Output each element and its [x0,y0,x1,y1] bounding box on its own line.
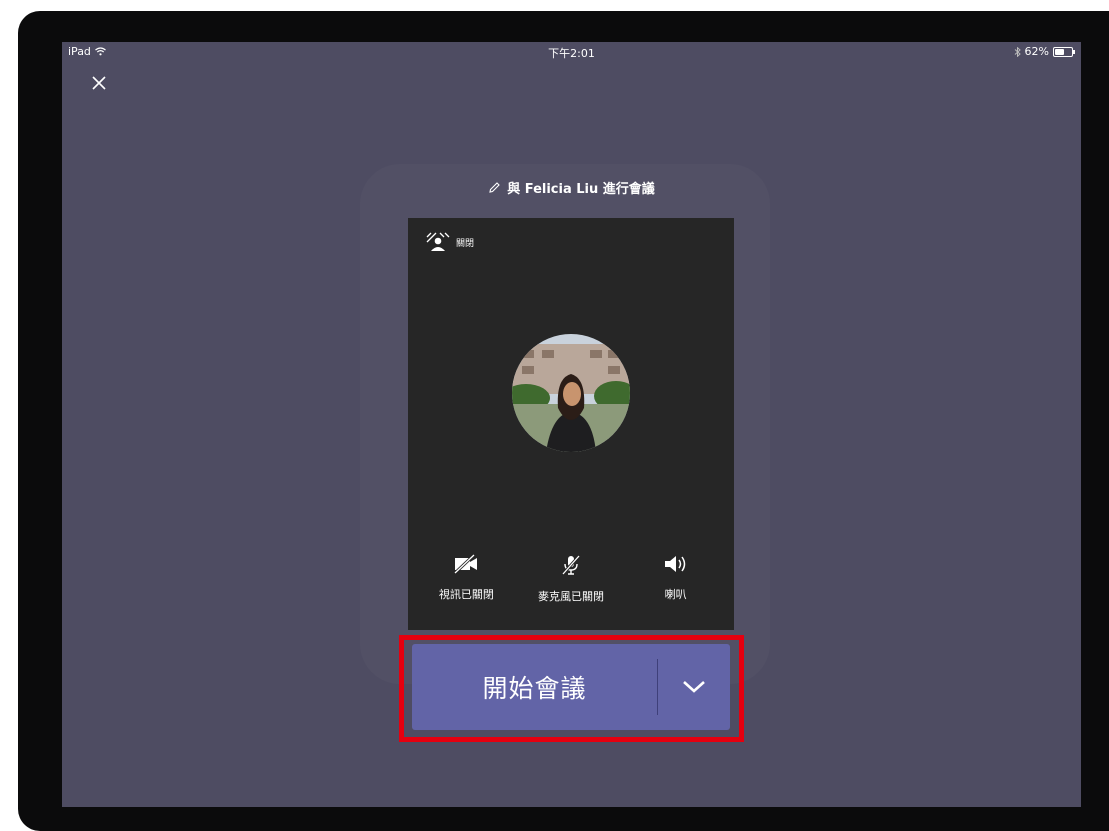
microphone-toggle-label: 麥克風已關閉 [537,590,604,603]
start-meeting-button-group: 開始會議 [412,644,730,730]
speaker-toggle-label: 喇叭 [664,588,687,601]
battery-percent: 62% [1024,45,1049,58]
avatar [512,334,630,452]
meeting-title: 與 Felicia Liu 進行會議 [507,182,655,197]
battery-icon [1053,46,1075,57]
camera-toggle-label: 視訊已關閉 [438,588,494,601]
bluetooth-icon [1014,46,1021,57]
microphone-toggle[interactable]: 麥克風已關閉 [523,554,619,604]
meeting-title-row[interactable]: 與 Felicia Liu 進行會議 [62,178,1081,197]
chevron-down-icon [683,681,705,693]
camera-toggle[interactable]: 視訊已關閉 [418,554,514,604]
background-blur-icon [426,232,450,251]
start-meeting-button[interactable]: 開始會議 [412,644,657,730]
device-controls: 視訊已關閉 麥克風已關閉 喇叭 [408,554,734,604]
speaker-toggle[interactable]: 喇叭 [628,554,724,604]
app-screen: iPad 下午2:01 62% 與 Felicia Liu 進行會議 關閉 視訊… [62,42,1081,807]
edit-pencil-icon [489,182,500,193]
background-toggle-label: 關閉 [456,238,475,249]
avatar-photo [512,334,630,452]
meeting-options-dropdown[interactable] [658,644,730,730]
mic-off-icon [561,555,581,575]
video-preview: 關閉 視訊已關閉 麥克風已關閉 喇叭 [408,218,734,630]
close-button[interactable] [89,73,109,93]
battery-fill [1055,48,1065,55]
status-right: 62% [1014,45,1075,58]
camera-off-icon [454,554,478,574]
close-icon [92,76,106,90]
background-effects-toggle[interactable]: 關閉 [426,232,474,252]
status-bar: iPad 下午2:01 62% [62,42,1081,62]
status-time: 下午2:01 [548,47,595,60]
speaker-icon [664,556,685,572]
